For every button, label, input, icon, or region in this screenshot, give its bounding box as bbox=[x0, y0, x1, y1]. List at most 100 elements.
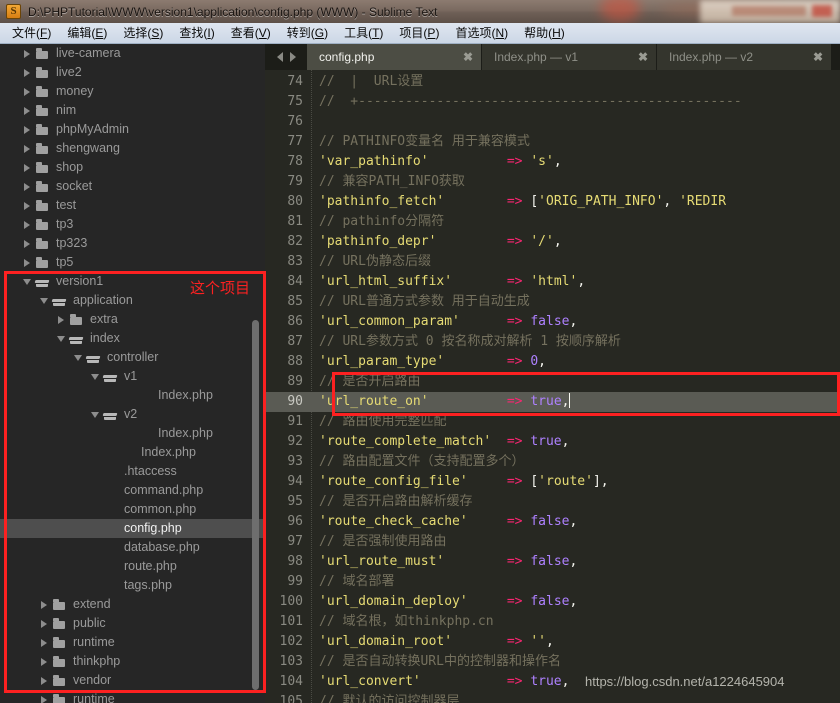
code-line-95[interactable]: 95 // 是否开启路由解析缓存 bbox=[265, 492, 840, 512]
tab-bar[interactable]: config.php ✖ Index.php — v1 ✖ Index.php — v2… bbox=[265, 44, 840, 70]
tree-item-index-php[interactable]: Index.php bbox=[0, 386, 265, 405]
chevron-right-icon[interactable] bbox=[23, 125, 32, 134]
tree-item-common-php[interactable]: common.php bbox=[0, 500, 265, 519]
tree-item-money[interactable]: money bbox=[0, 82, 265, 101]
chevron-right-icon[interactable] bbox=[23, 182, 32, 191]
chevron-right-icon[interactable] bbox=[40, 695, 49, 703]
code-line-105[interactable]: 105 // 默认的访问控制器层 bbox=[265, 692, 840, 703]
chevron-right-icon[interactable] bbox=[40, 657, 49, 666]
sidebar-scrollbar[interactable] bbox=[252, 320, 259, 690]
code-line-76[interactable]: 76 bbox=[265, 112, 840, 132]
tab-index-php-v2[interactable]: Index.php — v2 ✖ bbox=[657, 44, 832, 70]
close-icon[interactable]: ✖ bbox=[634, 50, 652, 64]
tree-item-database-php[interactable]: database.php bbox=[0, 538, 265, 557]
chevron-down-icon[interactable] bbox=[40, 296, 49, 305]
tree-item-runtime[interactable]: runtime bbox=[0, 690, 265, 703]
tree-item-shengwang[interactable]: shengwang bbox=[0, 139, 265, 158]
chevron-right-icon[interactable] bbox=[40, 600, 49, 609]
tree-item-tp5[interactable]: tp5 bbox=[0, 253, 265, 272]
code-line-94[interactable]: 94 'route_config_file' => ['route'], bbox=[265, 472, 840, 492]
code-line-102[interactable]: 102 'url_domain_root' => '', bbox=[265, 632, 840, 652]
tree-item-socket[interactable]: socket bbox=[0, 177, 265, 196]
tree-item-shop[interactable]: shop bbox=[0, 158, 265, 177]
code-line-99[interactable]: 99 // 域名部署 bbox=[265, 572, 840, 592]
chevron-down-icon[interactable] bbox=[23, 277, 32, 286]
code-line-88[interactable]: 88 'url_param_type' => 0, bbox=[265, 352, 840, 372]
code-line-84[interactable]: 84 'url_html_suffix' => 'html', bbox=[265, 272, 840, 292]
tree-item-v2[interactable]: v2 bbox=[0, 405, 265, 424]
tab-index-php-v1[interactable]: Index.php — v1 ✖ bbox=[482, 44, 657, 70]
menu-item-7[interactable]: 项目(P) bbox=[391, 22, 447, 44]
tree-item-test[interactable]: test bbox=[0, 196, 265, 215]
tab-config-php[interactable]: config.php ✖ bbox=[307, 44, 482, 70]
menu-item-3[interactable]: 查找(I) bbox=[171, 22, 222, 44]
code-line-77[interactable]: 77 // PATHINFO变量名 用于兼容模式 bbox=[265, 132, 840, 152]
chevron-right-icon[interactable] bbox=[40, 676, 49, 685]
tree-item-public[interactable]: public bbox=[0, 614, 265, 633]
code-line-82[interactable]: 82 'pathinfo_depr' => '/', bbox=[265, 232, 840, 252]
tree-item-index-php[interactable]: Index.php bbox=[0, 443, 265, 462]
tree-item-vendor[interactable]: vendor bbox=[0, 671, 265, 690]
code-line-78[interactable]: 78 'var_pathinfo' => 's', bbox=[265, 152, 840, 172]
menu-item-1[interactable]: 编辑(E) bbox=[59, 22, 115, 44]
tree-item-controller[interactable]: controller bbox=[0, 348, 265, 367]
code-line-97[interactable]: 97 // 是否强制使用路由 bbox=[265, 532, 840, 552]
chevron-right-icon[interactable] bbox=[23, 163, 32, 172]
chevron-down-icon[interactable] bbox=[91, 410, 100, 419]
close-icon[interactable]: ✖ bbox=[809, 50, 827, 64]
tree-item-runtime[interactable]: runtime bbox=[0, 633, 265, 652]
chevron-right-icon[interactable] bbox=[23, 87, 32, 96]
code-line-81[interactable]: 81 // pathinfo分隔符 bbox=[265, 212, 840, 232]
chevron-right-icon[interactable] bbox=[23, 106, 32, 115]
tree-item--htaccess[interactable]: .htaccess bbox=[0, 462, 265, 481]
tree-item-nim[interactable]: nim bbox=[0, 101, 265, 120]
tree-item-tp3[interactable]: tp3 bbox=[0, 215, 265, 234]
tree-item-index-php[interactable]: Index.php bbox=[0, 424, 265, 443]
nav-prev-icon[interactable] bbox=[276, 52, 283, 62]
tree-item-route-php[interactable]: route.php bbox=[0, 557, 265, 576]
code-line-79[interactable]: 79 // 兼容PATH_INFO获取 bbox=[265, 172, 840, 192]
chevron-down-icon[interactable] bbox=[57, 334, 66, 343]
code-line-93[interactable]: 93 // 路由配置文件（支持配置多个） bbox=[265, 452, 840, 472]
tree-item-live2[interactable]: live2 bbox=[0, 63, 265, 82]
tree-item-index[interactable]: index bbox=[0, 329, 265, 348]
menu-item-9[interactable]: 帮助(H) bbox=[516, 22, 573, 44]
code-line-103[interactable]: 103 // 是否自动转换URL中的控制器和操作名 bbox=[265, 652, 840, 672]
code-line-100[interactable]: 100 'url_domain_deploy' => false, bbox=[265, 592, 840, 612]
chevron-right-icon[interactable] bbox=[23, 49, 32, 58]
chevron-right-icon[interactable] bbox=[23, 220, 32, 229]
chevron-right-icon[interactable] bbox=[23, 201, 32, 210]
chevron-right-icon[interactable] bbox=[57, 315, 66, 324]
code-line-98[interactable]: 98 'url_route_must' => false, bbox=[265, 552, 840, 572]
code-editor[interactable]: 74 // | URL设置 75 // +----------------------… bbox=[265, 70, 840, 703]
menu-item-6[interactable]: 工具(T) bbox=[336, 22, 391, 44]
close-icon[interactable]: ✖ bbox=[459, 50, 477, 64]
tree-item-v1[interactable]: v1 bbox=[0, 367, 265, 386]
menu-item-4[interactable]: 查看(V) bbox=[223, 22, 279, 44]
menu-item-0[interactable]: 文件(F) bbox=[4, 22, 59, 44]
code-line-87[interactable]: 87 // URL参数方式 0 按名称成对解析 1 按顺序解析 bbox=[265, 332, 840, 352]
chevron-right-icon[interactable] bbox=[23, 239, 32, 248]
chevron-right-icon[interactable] bbox=[40, 638, 49, 647]
code-line-75[interactable]: 75 // +----------------------------------… bbox=[265, 92, 840, 112]
chevron-right-icon[interactable] bbox=[40, 619, 49, 628]
code-line-101[interactable]: 101 // 域名根，如thinkphp.cn bbox=[265, 612, 840, 632]
nav-next-icon[interactable] bbox=[289, 52, 296, 62]
code-line-83[interactable]: 83 // URL伪静态后缀 bbox=[265, 252, 840, 272]
code-line-96[interactable]: 96 'route_check_cache' => false, bbox=[265, 512, 840, 532]
chevron-right-icon[interactable] bbox=[23, 258, 32, 267]
tree-item-extra[interactable]: extra bbox=[0, 310, 265, 329]
code-line-92[interactable]: 92 'route_complete_match' => true, bbox=[265, 432, 840, 452]
code-line-89[interactable]: 89 // 是否开启路由 bbox=[265, 372, 840, 392]
sidebar-file-tree[interactable]: live-camera live2 money nim phpMyAdmin shengw… bbox=[0, 44, 265, 703]
code-line-91[interactable]: 91 // 路由使用完整匹配 bbox=[265, 412, 840, 432]
tree-item-config-php[interactable]: config.php bbox=[0, 519, 265, 538]
menu-item-8[interactable]: 首选项(N) bbox=[447, 22, 516, 44]
code-line-86[interactable]: 86 'url_common_param' => false, bbox=[265, 312, 840, 332]
chevron-down-icon[interactable] bbox=[91, 372, 100, 381]
menu-bar[interactable]: 文件(F) 编辑(E) 选择(S) 查找(I) 查看(V) 转到(G) 工具(T) 项目(P)… bbox=[0, 23, 840, 44]
chevron-right-icon[interactable] bbox=[23, 144, 32, 153]
code-line-74[interactable]: 74 // | URL设置 bbox=[265, 72, 840, 92]
chevron-down-icon[interactable] bbox=[74, 353, 83, 362]
tree-item-extend[interactable]: extend bbox=[0, 595, 265, 614]
